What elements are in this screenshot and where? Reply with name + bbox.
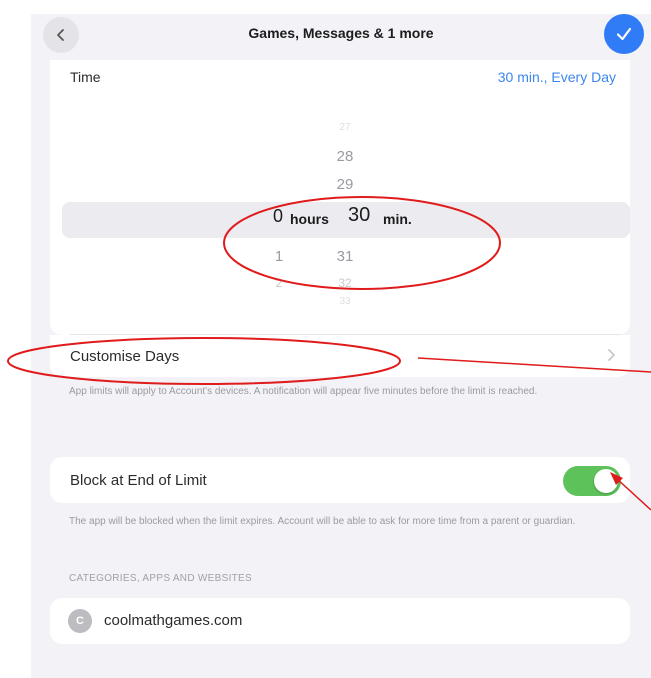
time-label: Time <box>70 69 101 85</box>
picker-hours-unit: hours <box>290 211 329 227</box>
website-avatar: C <box>68 609 92 633</box>
done-button[interactable] <box>604 14 644 54</box>
screen-time-app-limit-screen: Games, Messages & 1 more Time 30 min., E… <box>31 14 651 678</box>
navigation-bar: Games, Messages & 1 more <box>31 14 651 60</box>
customise-days-row[interactable]: Customise Days <box>50 335 630 377</box>
block-at-end-row: Block at End of Limit <box>50 457 630 503</box>
checkmark-icon <box>616 27 632 41</box>
cropped-caption <box>0 0 651 14</box>
time-value[interactable]: 30 min., Every Day <box>498 69 616 85</box>
picker-minute-option[interactable]: 28 <box>330 148 360 165</box>
picker-minute-option[interactable]: 27 <box>330 122 360 133</box>
picker-minute-option[interactable]: 31 <box>330 248 360 265</box>
picker-minutes-unit: min. <box>383 211 412 227</box>
picker-selection-band <box>62 202 630 238</box>
customise-days-label: Customise Days <box>70 348 180 365</box>
time-limit-card: Time 30 min., Every Day 27 28 29 0 hours… <box>50 60 630 335</box>
block-footnote: The app will be blocked when the limit e… <box>69 516 576 527</box>
picker-hour-option[interactable]: 1 <box>264 248 294 265</box>
website-label: coolmathgames.com <box>104 612 243 629</box>
picker-minute-option[interactable]: 29 <box>330 176 360 193</box>
picker-minute-option[interactable]: 32 <box>330 276 360 290</box>
block-at-end-toggle[interactable] <box>563 466 621 496</box>
section-header: CATEGORIES, APPS AND WEBSITES <box>69 573 253 584</box>
block-at-end-label: Block at End of Limit <box>70 472 207 489</box>
toggle-knob <box>594 469 618 493</box>
picker-hour-option[interactable]: 2 <box>264 276 294 290</box>
page-title: Games, Messages & 1 more <box>248 25 434 41</box>
chevron-right-icon <box>608 349 615 361</box>
picker-minutes-selected[interactable]: 30 <box>348 204 370 227</box>
customise-days-footnote: App limits will apply to Account's devic… <box>69 386 538 397</box>
picker-minute-option[interactable]: 33 <box>330 296 360 307</box>
list-item[interactable]: C coolmathgames.com <box>50 598 630 644</box>
time-row[interactable]: Time 30 min., Every Day <box>50 60 630 96</box>
picker-hours-selected[interactable]: 0 <box>273 206 283 227</box>
time-picker[interactable]: 27 28 29 0 hours 30 min. 1 31 2 32 33 <box>50 120 630 320</box>
